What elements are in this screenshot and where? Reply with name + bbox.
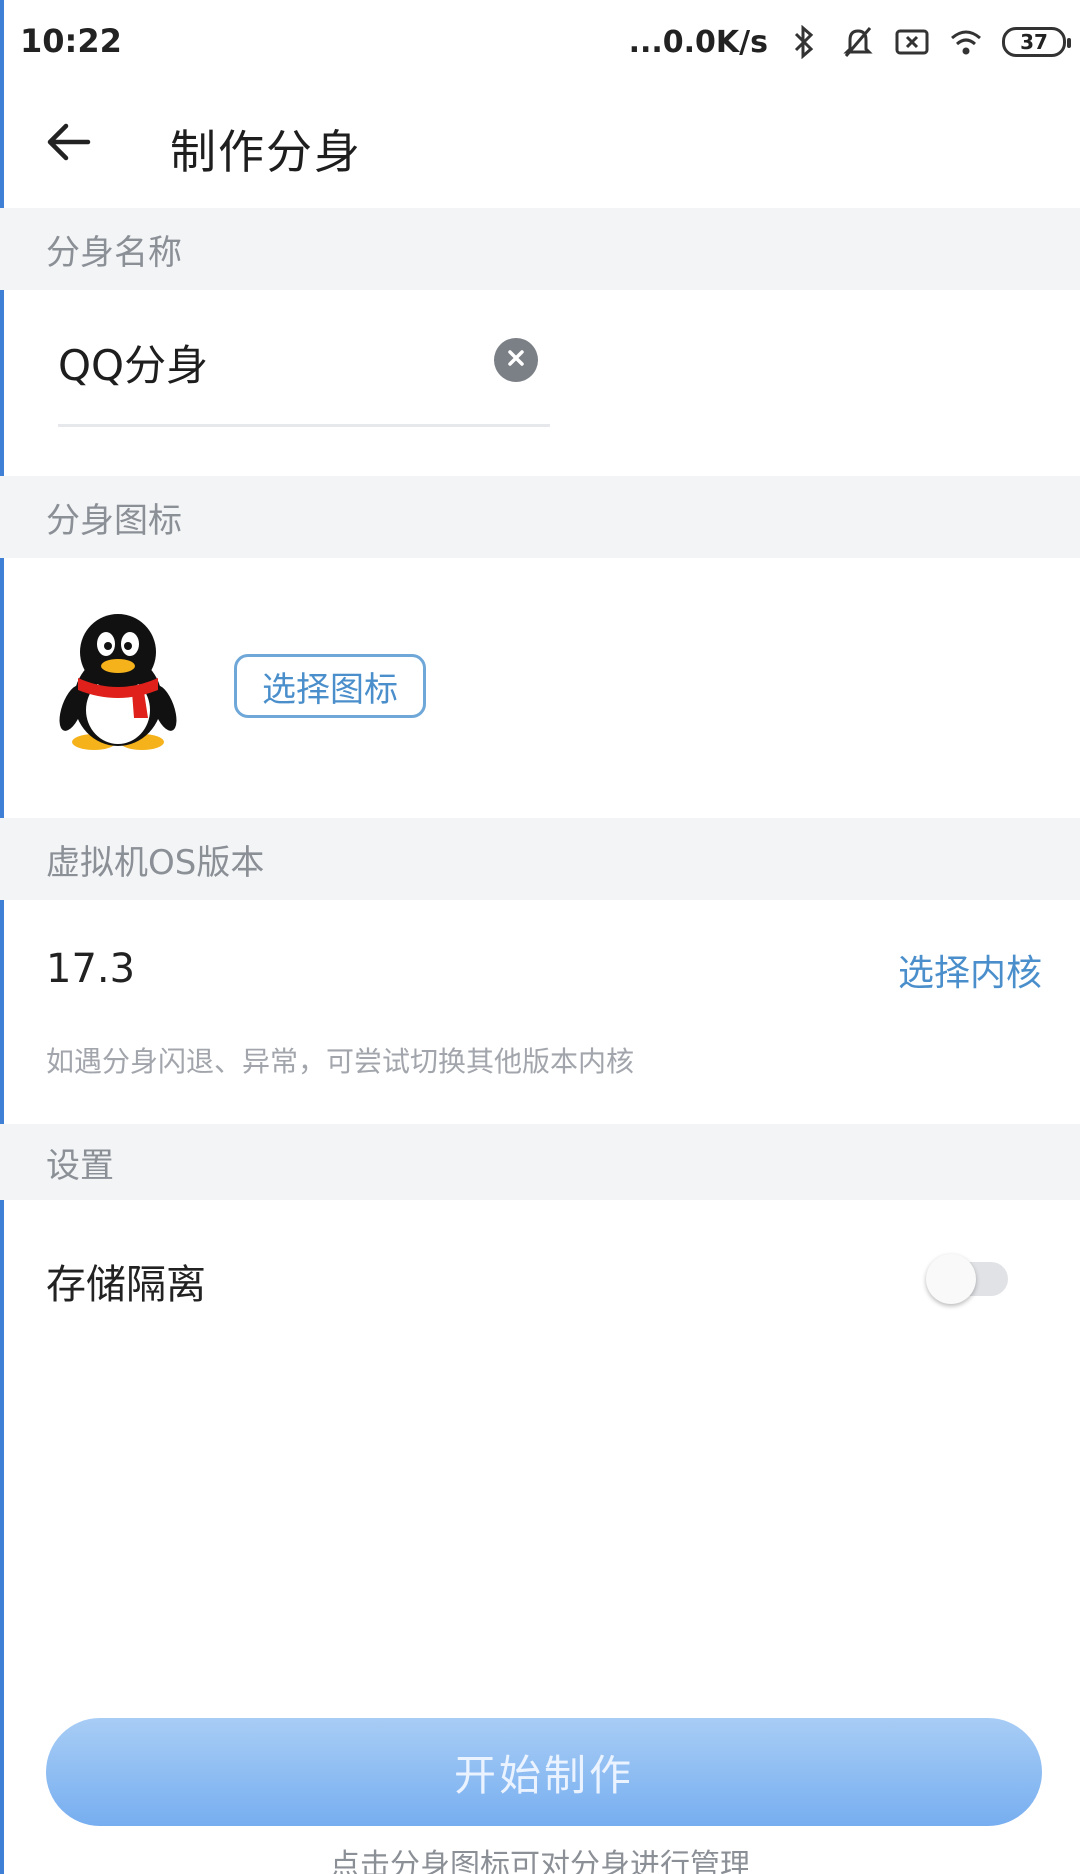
status-time: 10:22 <box>20 22 122 60</box>
os-version-value: 17.3 <box>46 946 136 992</box>
section-header-settings: 设置 <box>0 1124 1080 1200</box>
os-version-hint: 如遇分身闪退、异常，可尝试切换其他版本内核 <box>46 1045 635 1078</box>
clear-input-button[interactable] <box>494 338 538 382</box>
clone-name-input[interactable] <box>58 330 478 394</box>
storage-isolation-label: 存储隔离 <box>46 1262 206 1308</box>
net-speed: ...0.0K/s <box>628 24 768 60</box>
name-input-underline <box>58 424 550 427</box>
section-header-name: 分身名称 <box>0 208 1080 290</box>
choose-kernel-link[interactable]: 选择内核 <box>898 944 1042 996</box>
back-button[interactable] <box>38 114 98 174</box>
section-header-icon: 分身图标 <box>0 476 1080 558</box>
bottom-hint: 点击分身图标可对分身进行管理 <box>330 1848 750 1874</box>
wifi-icon <box>948 24 984 60</box>
bluetooth-icon <box>786 24 822 60</box>
choose-icon-button[interactable]: 选择图标 <box>234 654 426 718</box>
page-title: 制作分身 <box>170 125 362 179</box>
section-header-os: 虚拟机OS版本 <box>0 818 1080 900</box>
storage-isolation-toggle[interactable] <box>926 1252 1012 1304</box>
sim-x-icon <box>894 24 930 60</box>
status-bar: 10:22 ...0.0K/s 37 <box>0 0 1080 90</box>
title-bar: 制作分身 <box>0 90 1080 208</box>
clear-circle-icon <box>506 348 526 372</box>
arrow-left-icon <box>44 122 92 166</box>
bell-muted-icon <box>840 24 876 60</box>
toggle-knob <box>926 1254 976 1304</box>
battery-icon: 37 <box>1002 27 1071 57</box>
start-create-button[interactable]: 开始制作 <box>46 1718 1042 1826</box>
qq-penguin-icon[interactable] <box>58 612 178 752</box>
status-icons: ...0.0K/s 37 <box>628 20 1071 64</box>
